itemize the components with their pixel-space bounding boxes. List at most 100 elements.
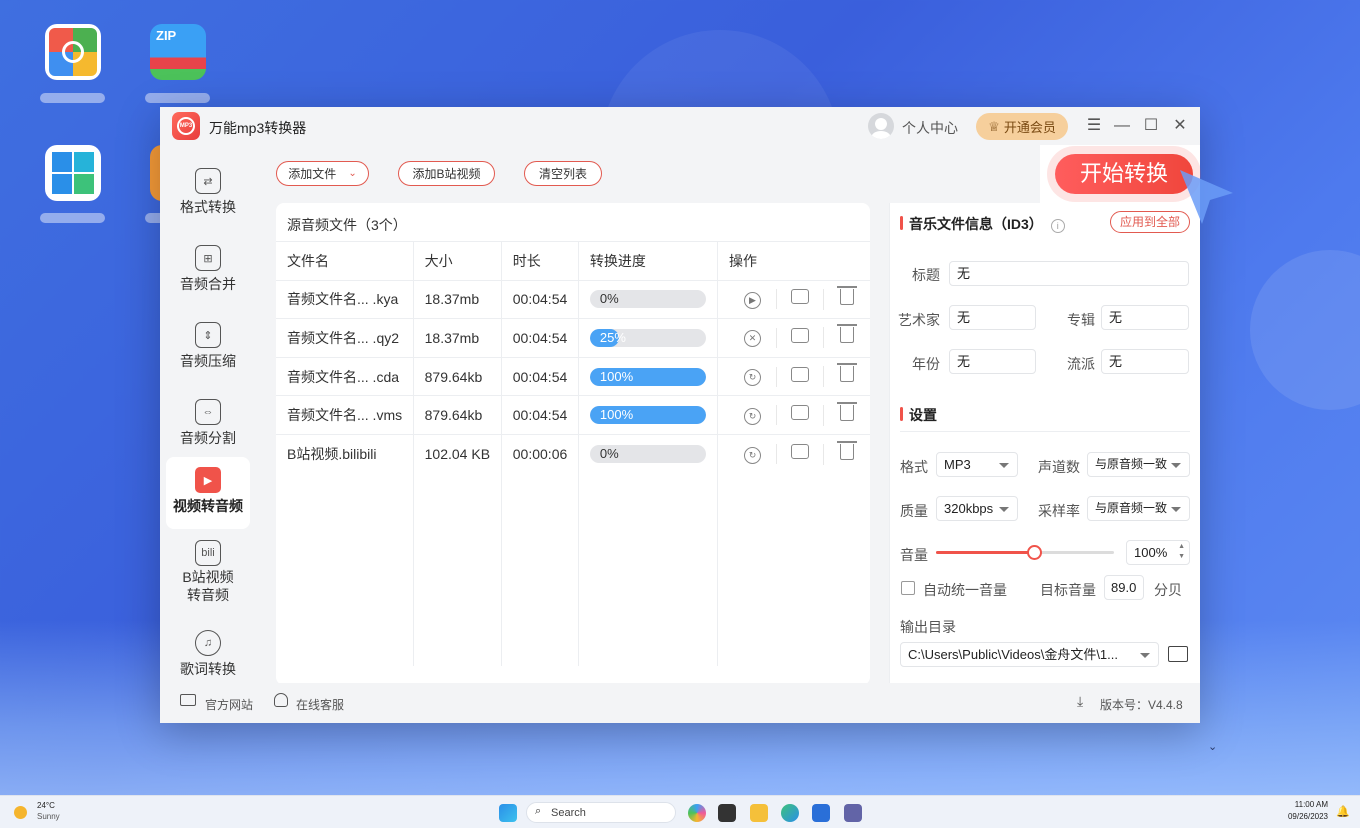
sidebar-item-video-to-audio[interactable]: ▶ 视频转音频 [166,457,250,529]
website-link[interactable]: 官方网站 [205,696,253,713]
footer: 官方网站 在线客服 ⤓ 版本号：V4.4.8 [160,683,1200,723]
col-size: 大小 [413,241,502,281]
cancel-icon[interactable]: ✕ [744,330,761,348]
video-icon: ▶ [195,467,221,493]
delete-icon[interactable] [837,401,857,421]
album-field[interactable]: 无 [1101,305,1189,330]
progress-cell: 100% [578,395,719,435]
copilot-icon[interactable] [688,804,706,822]
folder-icon[interactable] [791,366,809,382]
download-icon: ⤓ [1077,693,1084,709]
desktop-zip-icon[interactable]: ZIP [150,24,206,80]
taskview-icon[interactable] [718,804,736,822]
desktop-windows-app-icon[interactable] [45,145,101,201]
channels-select[interactable]: 与原音频一致 [1087,452,1190,477]
year-field[interactable]: 无 [949,349,1036,374]
samplerate-select[interactable]: 与原音频一致 [1087,496,1190,521]
progress-cell: 100% [578,356,719,396]
artist-label: 艺术家 [898,312,940,328]
empty-row [276,473,870,512]
progress-text: 100% [599,407,634,423]
sidebar-item-label: 音频分割 [180,430,236,446]
progress-text: 25% [599,329,626,345]
notification-bell-icon[interactable]: 🔔 [1336,805,1350,818]
col-progress: 转换进度 [578,241,719,281]
quality-select[interactable]: 320kbps [936,496,1018,521]
volume-input[interactable]: 100% ▲ ▼ [1126,540,1190,565]
avatar[interactable] [868,113,894,139]
volume-handle[interactable] [1026,545,1042,560]
sidebar-item-format[interactable]: ⇄ 格式转换 [166,158,250,230]
clear-list-button[interactable]: 清空列表 [524,161,602,186]
sidebar: ⇄ 格式转换 ⊞ 音频合并 ⇕ 音频压缩 ⇔ 音频分割 ▶ 视频转音频 bili… [160,145,256,683]
volume-slider[interactable] [936,545,1114,560]
search-box[interactable]: ⌕ Search [526,802,676,823]
bilibili-icon: bili [195,540,221,566]
folder-icon[interactable] [791,405,809,421]
sidebar-item-label: 音频压缩 [180,353,236,369]
settings-title: 设置 [900,405,937,425]
info-icon[interactable]: i [1050,219,1065,233]
output-dir-select[interactable]: C:\Users\Public\Videos\金舟文件\1... [900,642,1159,667]
weather-temp: 24°C [37,801,55,810]
folder-icon[interactable] [791,327,809,343]
delete-icon[interactable] [837,285,857,305]
crown-icon: ♕ [988,118,1000,134]
artist-field[interactable]: 无 [949,305,1036,330]
reconvert-icon[interactable]: ↻ [744,407,761,425]
open-folder-icon[interactable] [1168,646,1188,662]
add-file-button[interactable]: 添加文件 ⌄ [276,161,369,186]
reconvert-icon[interactable]: ↻ [744,369,761,387]
add-bilibili-button[interactable]: 添加B站视频 [398,161,495,186]
stepper-icon[interactable]: ▲ ▼ [1178,542,1185,562]
sidebar-item-bilibili[interactable]: bili B站视频转音频 [166,536,250,614]
sidebar-item-split[interactable]: ⇔ 音频分割 [166,389,250,461]
sidebar-item-compress[interactable]: ⇕ 音频压缩 [166,312,250,384]
format-label: 格式 [900,459,928,475]
sidebar-item-label: 音频合并 [180,276,236,292]
delete-icon[interactable] [837,363,857,383]
file-size: 879.64kb [413,395,502,435]
desktop-sync-app-icon[interactable] [45,24,101,80]
menu-icon[interactable]: ☰ [1085,117,1103,135]
channels-label: 声道数 [1038,459,1080,475]
title-label: 标题 [912,267,940,283]
album-label: 专辑 [1067,312,1095,328]
genre-field[interactable]: 无 [1101,349,1189,374]
delete-icon[interactable] [837,440,857,460]
reconvert-icon[interactable]: ↻ [744,446,761,464]
actions-cell: ↻ [717,433,870,474]
target-volume-field[interactable]: 89.0 [1104,575,1144,600]
delete-icon[interactable] [837,324,857,344]
play-icon[interactable]: ▶ [744,291,761,309]
sidebar-item-merge[interactable]: ⊞ 音频合并 [166,235,250,307]
file-duration: 00:04:54 [501,318,579,358]
store-icon[interactable] [812,804,830,822]
maximize-icon[interactable]: ☐ [1142,117,1160,135]
minimize-icon[interactable]: — [1113,117,1131,135]
progress-cell: 0% [578,433,719,474]
start-icon[interactable] [499,804,517,822]
vip-button[interactable]: ♕ 开通会员 [976,113,1068,140]
folder-icon[interactable] [791,444,809,460]
merge-icon: ⊞ [195,245,221,271]
user-center-link[interactable]: 个人中心 [902,118,958,138]
actions-cell: ↻ [717,356,870,396]
chevron-down-icon[interactable]: ⌄ [1208,740,1217,753]
format-select[interactable]: MP3 [936,452,1018,477]
edge-icon[interactable] [781,804,799,822]
support-link[interactable]: 在线客服 [296,696,344,713]
start-convert-button[interactable]: 开始转换 [1055,154,1193,194]
table-row: B站视频.bilibili 102.04 KB 00:00:06 0% ↻ [276,433,870,474]
format-icon: ⇄ [195,168,221,194]
close-icon[interactable]: ✕ [1171,117,1189,135]
desktop-label [40,213,105,223]
samplerate-label: 采样率 [1038,503,1080,519]
file-explorer-icon[interactable] [750,804,768,822]
sidebar-item-lyrics[interactable]: ♫ 歌词转换 [166,620,250,692]
target-volume-unit: 分贝 [1154,582,1182,598]
teams-icon[interactable] [844,804,862,822]
folder-icon[interactable] [791,289,809,305]
title-field[interactable]: 无 [949,261,1189,286]
auto-volume-checkbox[interactable] [901,581,915,595]
